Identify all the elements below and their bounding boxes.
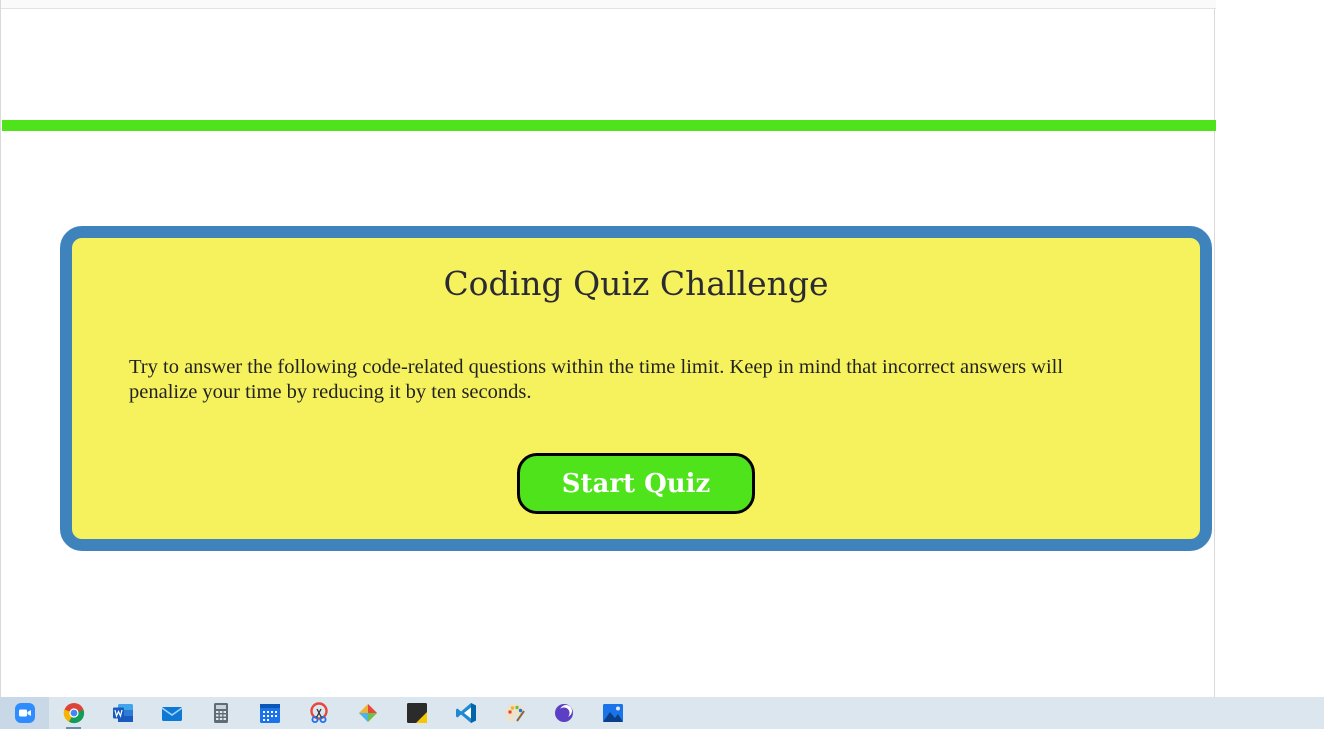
media-player-icon [554, 704, 573, 722]
taskbar-photos[interactable] [588, 697, 637, 729]
taskbar [0, 697, 1324, 729]
chrome-icon [63, 703, 84, 724]
taskbar-word[interactable] [98, 697, 147, 729]
header-accent-bar [2, 120, 1216, 131]
calendar-icon [259, 704, 280, 723]
quiz-intro-card: Coding Quiz Challenge Try to answer the … [60, 226, 1212, 551]
taskbar-zoom[interactable] [0, 697, 49, 729]
quiz-description: Try to answer the following code-related… [129, 356, 1064, 403]
taskbar-chrome[interactable] [49, 697, 98, 729]
taskbar-git-tool[interactable] [343, 697, 392, 729]
zoom-icon [14, 703, 35, 723]
calculator-icon [213, 703, 228, 723]
taskbar-vscode[interactable] [441, 697, 490, 729]
start-quiz-button[interactable]: Start Quiz [517, 453, 755, 514]
snipping-tool-icon [309, 702, 328, 723]
taskbar-media-player[interactable] [539, 697, 588, 729]
top-divider [1, 0, 1216, 9]
taskbar-snipping-tool[interactable] [294, 697, 343, 729]
sticky-notes-icon [406, 703, 427, 723]
paint-icon [505, 704, 525, 722]
taskbar-sticky-notes[interactable] [392, 697, 441, 729]
git-tool-icon [358, 704, 377, 722]
quiz-title: Coding Quiz Challenge [443, 264, 829, 303]
vscode-icon [455, 703, 476, 723]
browser-viewport: Coding Quiz Challenge Try to answer the … [0, 0, 1216, 697]
taskbar-calendar[interactable] [245, 697, 294, 729]
photos-icon [602, 704, 623, 722]
taskbar-paint[interactable] [490, 697, 539, 729]
word-icon [112, 704, 133, 722]
taskbar-calculator[interactable] [196, 697, 245, 729]
taskbar-mail[interactable] [147, 697, 196, 729]
mail-icon [161, 707, 182, 721]
